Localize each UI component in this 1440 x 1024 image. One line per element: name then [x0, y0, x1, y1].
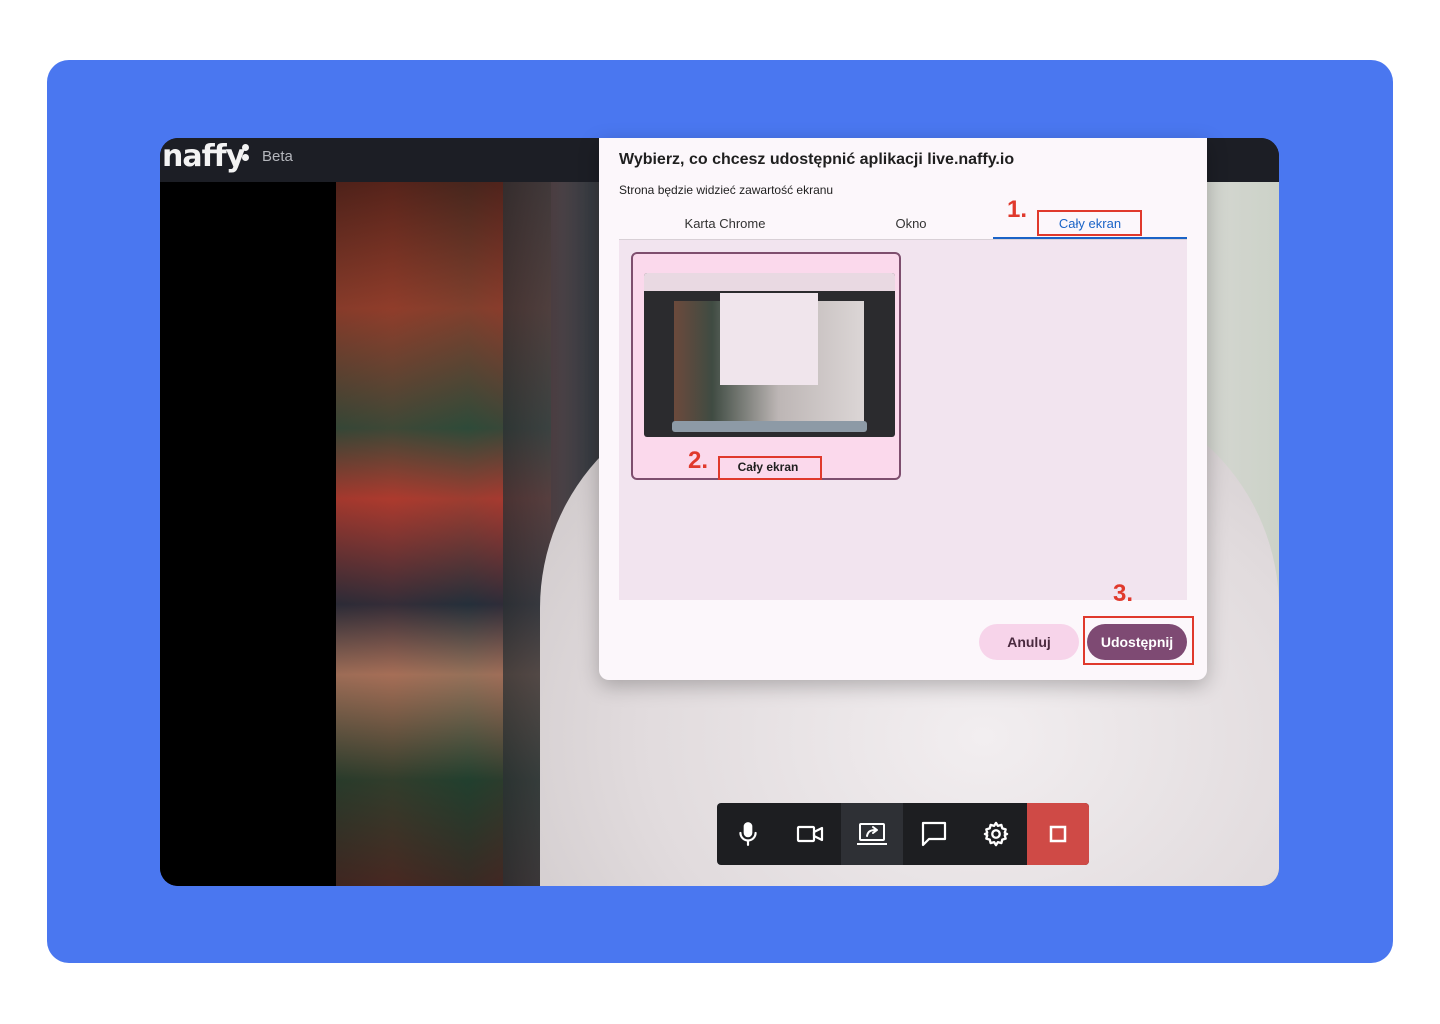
- beta-label: Beta: [262, 148, 293, 165]
- preview-browser-bar: [644, 273, 895, 291]
- end-call-button[interactable]: [1027, 803, 1089, 865]
- tab-window[interactable]: Okno: [825, 216, 997, 231]
- video-left-area: [160, 182, 336, 886]
- tab-chrome-tab[interactable]: Karta Chrome: [639, 216, 811, 231]
- settings-icon: [983, 821, 1009, 847]
- dialog-subtitle: Strona będzie widzieć zawartość ekranu: [619, 183, 834, 197]
- naffy-logo[interactable]: naffy: [162, 138, 245, 176]
- end-call-icon: [1049, 825, 1067, 843]
- screen-preview: [644, 273, 895, 437]
- annotation-box-share: [1083, 616, 1194, 665]
- annotation-step-3: 3.: [1113, 580, 1134, 607]
- annotation-step-2: 2.: [688, 447, 709, 474]
- annotation-box-thumbnail: [718, 456, 822, 480]
- source-list: Cały ekran: [619, 240, 1187, 600]
- logo-dots: [242, 144, 250, 168]
- chat-icon: [921, 821, 947, 847]
- microphone-icon: [739, 822, 757, 846]
- camera-button[interactable]: [779, 803, 841, 865]
- screen-thumbnail[interactable]: Cały ekran: [631, 252, 901, 480]
- call-toolbar: [717, 803, 1089, 865]
- preview-dock: [672, 421, 867, 432]
- tab-selected-indicator: [993, 237, 1187, 239]
- annotation-step-1: 1.: [1007, 196, 1028, 223]
- screen-share-icon: [857, 823, 887, 845]
- microphone-button[interactable]: [717, 803, 779, 865]
- cancel-button[interactable]: Anuluj: [979, 624, 1079, 660]
- annotation-box-tab: [1037, 210, 1142, 236]
- preview-dialog: [720, 293, 818, 385]
- chat-button[interactable]: [903, 803, 965, 865]
- settings-button[interactable]: [965, 803, 1027, 865]
- camera-icon: [796, 825, 824, 843]
- screen-share-button[interactable]: [841, 803, 903, 865]
- dialog-title: Wybierz, co chcesz udostępnić aplikacji …: [619, 151, 1015, 168]
